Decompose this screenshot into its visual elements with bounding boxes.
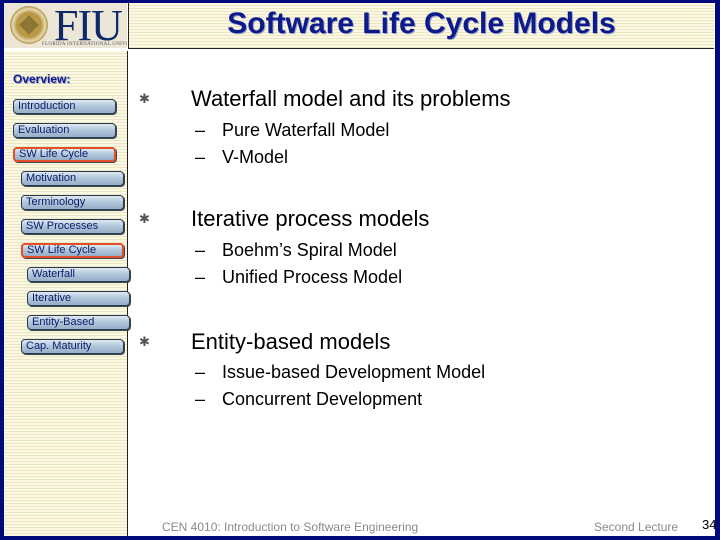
dash-icon: – <box>195 362 206 382</box>
nav-iterative[interactable]: Iterative <box>27 291 130 306</box>
page-number: 34 <box>702 517 717 532</box>
nav-waterfall[interactable]: Waterfall <box>27 267 130 282</box>
nav-evaluation[interactable]: Evaluation <box>13 123 116 138</box>
bullet-text: Iterative process models <box>191 206 430 231</box>
nav-sw-life-cycle[interactable]: SW Life Cycle <box>13 147 116 162</box>
slide: FIU FLORIDA INTERNATIONAL UNIVERSITY Sof… <box>4 3 717 536</box>
dash-icon: – <box>195 120 206 140</box>
nav-cap-maturity[interactable]: Cap. Maturity <box>21 339 124 354</box>
bullet-text: Waterfall model and its problems <box>191 86 511 111</box>
nav-terminology[interactable]: Terminology <box>21 195 124 210</box>
nav-entity-based[interactable]: Entity-Based <box>27 315 130 330</box>
footer-course: CEN 4010: Introduction to Software Engin… <box>162 520 419 534</box>
sub-bullet-text: V-Model <box>222 147 289 167</box>
asterisk-bullet-icon: ✱ <box>139 334 150 349</box>
slide-content: ✱ Waterfall model and its problems – Pure… <box>128 49 717 536</box>
sub-bullet-item: – Issue-based Development Model <box>195 362 485 383</box>
university-seal-icon <box>10 6 48 44</box>
footer-lecture: Second Lecture <box>594 520 679 534</box>
nav-introduction[interactable]: Introduction <box>13 99 116 114</box>
sidebar-nav: Overview: Introduction Evaluation SW Lif… <box>4 51 130 536</box>
bullet-text: Entity-based models <box>191 329 391 354</box>
dash-icon: – <box>195 147 206 167</box>
dash-icon: – <box>195 240 206 260</box>
sub-bullet-text: Pure Waterfall Model <box>222 120 390 140</box>
asterisk-bullet-icon: ✱ <box>139 211 150 226</box>
dash-icon: – <box>195 389 206 409</box>
title-bar: Software Life Cycle Models <box>128 3 714 49</box>
nav-sw-life-cycle-sub[interactable]: SW Life Cycle <box>21 243 124 258</box>
sub-bullet-item: – Unified Process Model <box>195 267 402 288</box>
dash-icon: – <box>195 267 206 287</box>
logo-subtext: FLORIDA INTERNATIONAL UNIVERSITY <box>42 42 127 47</box>
sub-bullet-text: Issue-based Development Model <box>222 362 486 382</box>
sub-bullet-item: – Boehm’s Spiral Model <box>195 240 397 261</box>
sub-bullet-item: – Concurrent Development <box>195 389 422 410</box>
asterisk-bullet-icon: ✱ <box>139 91 150 106</box>
fiu-logo: FIU FLORIDA INTERNATIONAL UNIVERSITY <box>4 3 127 48</box>
sub-bullet-text: Concurrent Development <box>222 389 423 409</box>
sub-bullet-text: Boehm’s Spiral Model <box>222 240 397 260</box>
sub-bullet-item: – Pure Waterfall Model <box>195 120 389 141</box>
nav-motivation[interactable]: Motivation <box>21 171 124 186</box>
nav-sw-processes[interactable]: SW Processes <box>21 219 124 234</box>
slide-title: Software Life Cycle Models <box>227 7 616 40</box>
sub-bullet-text: Unified Process Model <box>222 267 403 287</box>
sub-bullet-item: – V-Model <box>195 147 288 168</box>
sidebar-heading: Overview: <box>13 72 71 86</box>
